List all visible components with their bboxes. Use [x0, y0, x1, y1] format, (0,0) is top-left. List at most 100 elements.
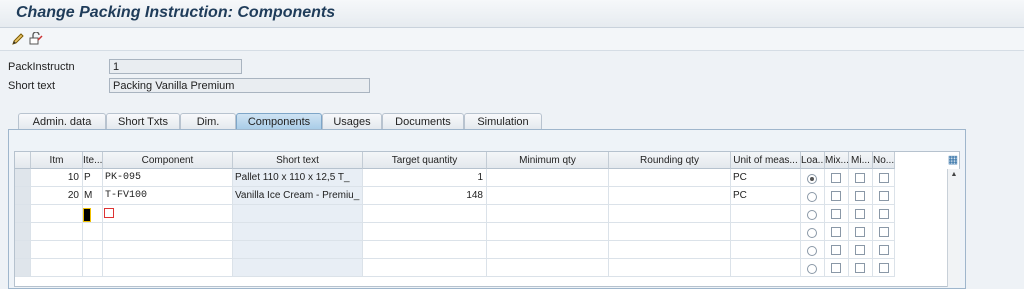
cell-min-qty[interactable]	[487, 169, 609, 187]
tab-usages[interactable]: Usages	[322, 113, 382, 129]
col-no[interactable]: No...	[873, 152, 895, 169]
row-selector[interactable]	[15, 205, 31, 223]
col-itm[interactable]: Itm	[31, 152, 83, 169]
cell-target-qty[interactable]: 148	[363, 187, 487, 205]
load-radio[interactable]	[801, 259, 825, 277]
cell-rounding-qty[interactable]	[609, 241, 731, 259]
mi-checkbox[interactable]	[849, 205, 873, 223]
cell-itm[interactable]	[31, 259, 83, 277]
tab-dim[interactable]: Dim.	[180, 113, 236, 129]
edit-icon[interactable]	[10, 31, 26, 47]
mix-checkbox[interactable]	[825, 187, 849, 205]
mix-checkbox[interactable]	[825, 259, 849, 277]
cell-uom[interactable]	[731, 205, 801, 223]
row-selector[interactable]	[15, 241, 31, 259]
cell-rounding-qty[interactable]	[609, 169, 731, 187]
mix-checkbox[interactable]	[825, 205, 849, 223]
cell-min-qty[interactable]	[487, 187, 609, 205]
cell-item-cat[interactable]	[83, 205, 103, 223]
cell-uom[interactable]: PC	[731, 169, 801, 187]
cell-uom[interactable]	[731, 241, 801, 259]
load-radio[interactable]	[801, 223, 825, 241]
select-all-header[interactable]	[15, 152, 31, 169]
row-selector[interactable]	[15, 259, 31, 277]
cell-item-cat[interactable]: P	[83, 169, 103, 187]
scroll-up-icon[interactable]: ▲	[948, 171, 960, 178]
cell-min-qty[interactable]	[487, 259, 609, 277]
load-radio[interactable]	[801, 169, 825, 187]
cell-min-qty[interactable]	[487, 223, 609, 241]
tab-short-txts[interactable]: Short Txts	[106, 113, 180, 129]
cell-item-cat[interactable]	[83, 259, 103, 277]
col-min-qty[interactable]: Minimum qty	[487, 152, 609, 169]
cell-min-qty[interactable]	[487, 205, 609, 223]
cell-target-qty[interactable]	[363, 223, 487, 241]
cell-uom[interactable]: PC	[731, 187, 801, 205]
col-target-qty[interactable]: Target quantity	[363, 152, 487, 169]
row-selector[interactable]	[15, 169, 31, 187]
col-mi[interactable]: Mi...	[849, 152, 873, 169]
cell-target-qty[interactable]	[363, 241, 487, 259]
vertical-scrollbar[interactable]: ▲	[947, 169, 960, 287]
cell-item-cat[interactable]	[83, 223, 103, 241]
tab-documents[interactable]: Documents	[382, 113, 464, 129]
cell-component[interactable]: T-FV100	[103, 187, 233, 205]
tab-simulation[interactable]: Simulation	[464, 113, 542, 129]
mix-checkbox[interactable]	[825, 223, 849, 241]
mi-checkbox[interactable]	[849, 169, 873, 187]
cell-target-qty[interactable]	[363, 205, 487, 223]
pack-instr-field[interactable]: 1	[109, 59, 242, 74]
col-item-cat[interactable]: Ite...	[83, 152, 103, 169]
cell-itm[interactable]: 10	[31, 169, 83, 187]
mi-checkbox[interactable]	[849, 241, 873, 259]
cell-itm[interactable]	[31, 223, 83, 241]
col-uom[interactable]: Unit of meas...	[731, 152, 801, 169]
col-short-text[interactable]: Short text	[233, 152, 363, 169]
cell-uom[interactable]	[731, 223, 801, 241]
col-rounding-qty[interactable]: Rounding qty	[609, 152, 731, 169]
cell-component[interactable]	[103, 223, 233, 241]
cell-rounding-qty[interactable]	[609, 259, 731, 277]
cell-rounding-qty[interactable]	[609, 223, 731, 241]
cell-itm[interactable]	[31, 205, 83, 223]
row-selector[interactable]	[15, 223, 31, 241]
mi-checkbox[interactable]	[849, 259, 873, 277]
mi-checkbox[interactable]	[849, 187, 873, 205]
cell-component[interactable]	[103, 259, 233, 277]
no-checkbox[interactable]	[873, 241, 895, 259]
cell-rounding-qty[interactable]	[609, 205, 731, 223]
load-radio[interactable]	[801, 187, 825, 205]
cell-item-cat[interactable]	[83, 241, 103, 259]
mi-checkbox[interactable]	[849, 223, 873, 241]
no-checkbox[interactable]	[873, 169, 895, 187]
cell-item-cat[interactable]: M	[83, 187, 103, 205]
col-component[interactable]: Component	[103, 152, 233, 169]
tab-admin-data[interactable]: Admin. data	[18, 113, 106, 129]
cell-component[interactable]	[103, 205, 233, 223]
cell-component[interactable]	[103, 241, 233, 259]
mix-checkbox[interactable]	[825, 169, 849, 187]
cell-component[interactable]: PK-095	[103, 169, 233, 187]
cell-min-qty[interactable]	[487, 241, 609, 259]
cell-target-qty[interactable]	[363, 259, 487, 277]
short-text-field[interactable]: Packing Vanilla Premium	[109, 78, 370, 93]
tab-components[interactable]: Components	[236, 113, 322, 129]
cell-itm[interactable]	[31, 241, 83, 259]
no-checkbox[interactable]	[873, 223, 895, 241]
no-checkbox[interactable]	[873, 259, 895, 277]
cell-itm[interactable]: 20	[31, 187, 83, 205]
cell-target-qty[interactable]: 1	[363, 169, 487, 187]
mix-checkbox[interactable]	[825, 241, 849, 259]
col-load[interactable]: Loa...	[801, 152, 825, 169]
no-checkbox[interactable]	[873, 205, 895, 223]
load-radio[interactable]	[801, 241, 825, 259]
col-mix[interactable]: Mix...	[825, 152, 849, 169]
display-change-icon[interactable]	[28, 31, 44, 47]
no-checkbox[interactable]	[873, 187, 895, 205]
load-radio[interactable]	[801, 205, 825, 223]
f4-help-icon[interactable]	[104, 208, 114, 218]
table-settings-icon[interactable]: ▦	[947, 153, 959, 167]
row-selector[interactable]	[15, 187, 31, 205]
cell-rounding-qty[interactable]	[609, 187, 731, 205]
cell-uom[interactable]	[731, 259, 801, 277]
